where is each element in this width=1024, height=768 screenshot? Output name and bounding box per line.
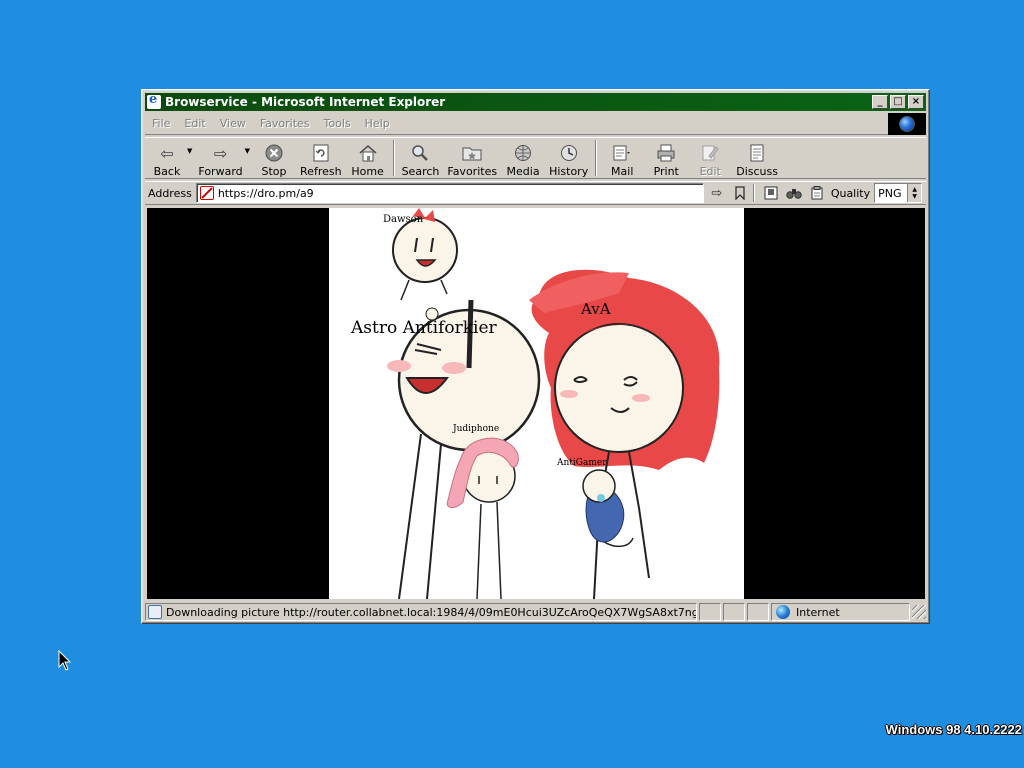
printer-icon: [656, 143, 676, 163]
save-page-icon[interactable]: [761, 183, 781, 203]
label-judiphone: Judiphone: [453, 424, 500, 434]
menu-favorites[interactable]: Favorites: [253, 117, 317, 130]
label-antigamer: AntiGamer: [557, 458, 607, 468]
favorites-folder-icon: [462, 143, 482, 163]
cartoon-drawing: [387, 208, 720, 599]
home-label: Home: [351, 165, 384, 178]
media-label: Media: [506, 165, 540, 178]
favorites-button[interactable]: Favorites: [443, 138, 501, 178]
close-button[interactable]: ×: [908, 95, 924, 109]
forward-button[interactable]: ⇨ Forward: [194, 138, 246, 179]
search-icon: [410, 143, 430, 163]
status-text-pane: Downloading picture http://router.collab…: [145, 603, 698, 621]
mail-button[interactable]: Mail: [600, 138, 644, 178]
media-button[interactable]: Media: [501, 138, 545, 178]
label-astro: Astro Antiforkier: [351, 318, 497, 338]
edit-label: Edit: [699, 165, 721, 178]
bookmark-icon[interactable]: [730, 183, 750, 203]
status-pane-lock: [723, 603, 746, 621]
history-label: History: [549, 165, 589, 178]
spin-up-icon[interactable]: ▲: [912, 186, 917, 193]
mouse-pointer-icon: [58, 650, 72, 671]
page-icon: [148, 605, 162, 619]
title-bar[interactable]: Browservice - Microsoft Internet Explore…: [145, 92, 926, 111]
globe-icon: [899, 116, 915, 132]
address-label: Address: [148, 186, 192, 200]
back-dropdown-icon[interactable]: ▼: [187, 147, 192, 155]
forward-label: Forward: [198, 165, 243, 178]
refresh-button[interactable]: Refresh: [296, 138, 346, 178]
spin-down-icon[interactable]: ▼: [912, 193, 917, 200]
toolbar-separator: [392, 140, 395, 176]
stop-icon: [264, 143, 284, 163]
address-separator: [752, 184, 755, 202]
quality-value: PNG: [878, 186, 902, 200]
throbber: [888, 113, 926, 135]
browser-window: Browservice - Microsoft Internet Explore…: [141, 89, 930, 624]
edit-button[interactable]: Edit: [688, 138, 732, 178]
resize-grip[interactable]: [912, 605, 927, 619]
quality-select[interactable]: PNG ▲ ▼: [874, 183, 923, 203]
clipboard-icon[interactable]: [807, 183, 827, 203]
cartoon-image: Dawson Astro Antiforkier AvA Judiphone A…: [329, 208, 744, 599]
address-url[interactable]: https://dro.pm/a9: [218, 187, 314, 200]
toolbar-separator: [595, 140, 598, 176]
media-icon: [513, 143, 533, 163]
status-bar: Downloading picture http://router.collab…: [145, 602, 927, 622]
quality-spinner[interactable]: ▲ ▼: [907, 184, 922, 202]
status-text: Downloading picture http://router.collab…: [166, 605, 696, 619]
print-button[interactable]: Print: [644, 138, 688, 178]
arrow-right-icon: ⇨: [213, 143, 228, 163]
discuss-button[interactable]: Discuss: [732, 138, 782, 178]
history-button[interactable]: History: [545, 138, 592, 178]
status-zone-pane: Internet: [771, 603, 911, 621]
home-icon: [358, 143, 378, 163]
history-icon: [559, 143, 579, 163]
label-dawson: Dawson: [383, 214, 424, 225]
maximize-button[interactable]: □: [890, 95, 906, 109]
back-label: Back: [153, 165, 181, 178]
discuss-label: Discuss: [736, 165, 778, 178]
refresh-icon: [311, 143, 331, 163]
stop-button[interactable]: Stop: [252, 138, 296, 178]
search-label: Search: [401, 165, 440, 178]
edit-icon: [700, 143, 720, 163]
minimize-button[interactable]: _: [872, 95, 888, 109]
mail-label: Mail: [611, 165, 634, 178]
zone-label: Internet: [796, 605, 840, 619]
label-ava: AvA: [581, 300, 611, 318]
ie-logo-icon: [147, 92, 161, 109]
page-content[interactable]: Dawson Astro Antiforkier AvA Judiphone A…: [147, 208, 925, 599]
menu-help[interactable]: Help: [358, 117, 397, 130]
quality-label: Quality: [830, 186, 871, 200]
favorites-label: Favorites: [447, 165, 498, 178]
menu-edit[interactable]: Edit: [177, 117, 212, 130]
menu-file[interactable]: File: [145, 117, 177, 130]
mail-icon: [612, 143, 632, 163]
window-title: Browservice - Microsoft Internet Explore…: [165, 95, 446, 109]
internet-zone-icon: [776, 605, 790, 619]
os-version-watermark: Windows 98 4.10.2222: [885, 722, 1022, 737]
print-label: Print: [653, 165, 679, 178]
menu-bar: File Edit View Favorites Tools Help: [145, 113, 926, 135]
find-binoculars-icon[interactable]: [784, 183, 804, 203]
address-input[interactable]: https://dro.pm/a9: [195, 183, 704, 203]
arrow-left-icon: ⇦: [160, 143, 174, 163]
discuss-icon: [747, 143, 767, 163]
back-button[interactable]: ⇦ Back: [145, 138, 189, 179]
search-button[interactable]: Search: [398, 138, 444, 178]
menu-tools[interactable]: Tools: [317, 117, 358, 130]
go-arrow-icon[interactable]: ⇨: [707, 183, 727, 203]
page-error-icon: [199, 186, 214, 200]
toolbar: ⇦ Back ▼ ⇨ Forward ▼ Stop Refresh Home S…: [145, 137, 926, 179]
refresh-label: Refresh: [300, 165, 342, 178]
stop-label: Stop: [261, 165, 287, 178]
forward-dropdown-icon[interactable]: ▼: [245, 147, 250, 155]
status-pane-extra: [747, 603, 769, 621]
address-bar: Address https://dro.pm/a9 ⇨ Quality PNG …: [145, 181, 926, 205]
status-pane-progress: [699, 603, 722, 621]
home-button[interactable]: Home: [346, 138, 390, 178]
menu-view[interactable]: View: [213, 117, 253, 130]
